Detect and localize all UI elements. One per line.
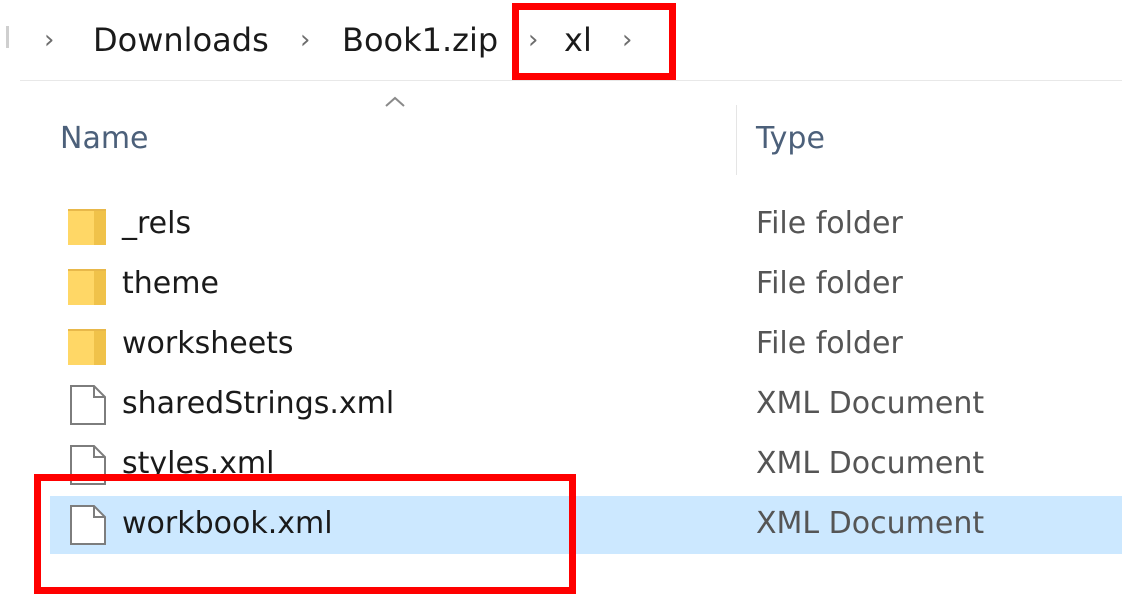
breadcrumb-item-downloads[interactable]: Downloads — [93, 19, 269, 61]
file-type: File folder — [756, 266, 903, 301]
file-type: XML Document — [756, 386, 985, 421]
file-type: XML Document — [756, 506, 985, 541]
list-item[interactable]: _rels File folder — [0, 196, 1122, 254]
column-header-type[interactable]: Type — [756, 117, 825, 161]
breadcrumb-item-xl[interactable]: xl — [564, 19, 592, 61]
chevron-right-icon[interactable]: › — [44, 23, 54, 57]
chevron-right-icon[interactable]: › — [528, 23, 538, 57]
list-item-selected[interactable]: workbook.xml XML Document — [0, 496, 1122, 554]
breadcrumb-item-book1-zip[interactable]: Book1.zip — [342, 19, 498, 61]
address-bar-divider — [20, 80, 1122, 81]
file-type: XML Document — [756, 446, 985, 481]
breadcrumb: › Downloads › Book1.zip › xl › — [0, 0, 1122, 80]
file-name: _rels — [122, 206, 192, 241]
file-name: theme — [122, 266, 219, 301]
column-separator[interactable] — [736, 105, 737, 175]
sort-ascending-icon — [380, 92, 410, 112]
list-item[interactable]: worksheets File folder — [0, 316, 1122, 374]
folder-icon — [68, 205, 108, 245]
file-name: styles.xml — [122, 446, 275, 481]
file-type: File folder — [756, 326, 903, 361]
chevron-right-icon[interactable]: › — [622, 23, 632, 57]
address-bar-edge — [6, 26, 9, 48]
file-name: worksheets — [122, 326, 294, 361]
file-type: File folder — [756, 206, 903, 241]
chevron-right-icon[interactable]: › — [300, 23, 310, 57]
list-item[interactable]: styles.xml XML Document — [0, 436, 1122, 494]
document-icon — [68, 385, 108, 425]
document-icon — [68, 505, 108, 545]
file-name: workbook.xml — [122, 506, 333, 541]
column-header-name[interactable]: Name — [60, 117, 149, 161]
folder-icon — [68, 325, 108, 365]
list-item[interactable]: sharedStrings.xml XML Document — [0, 376, 1122, 434]
document-icon — [68, 445, 108, 485]
list-item[interactable]: theme File folder — [0, 256, 1122, 314]
file-name: sharedStrings.xml — [122, 386, 395, 421]
folder-icon — [68, 265, 108, 305]
